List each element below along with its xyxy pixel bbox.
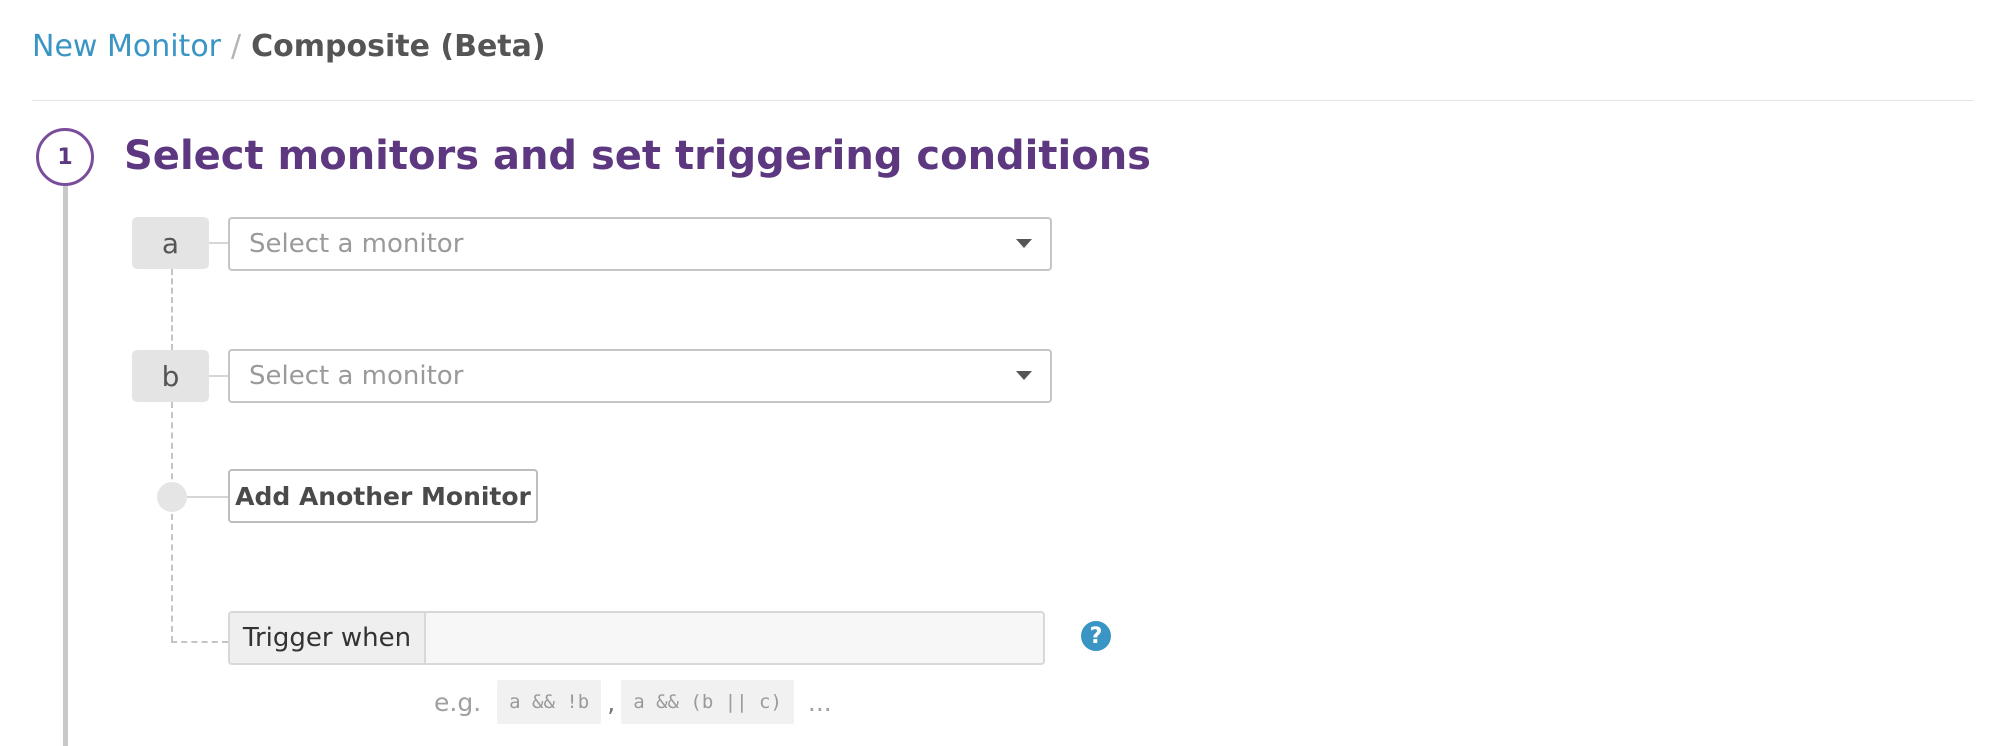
step-number-badge: 1	[36, 128, 94, 186]
add-another-monitor-button[interactable]: Add Another Monitor	[228, 469, 538, 523]
examples-separator: ,	[607, 687, 616, 717]
connector-a	[209, 242, 228, 244]
trigger-examples: e.g. a && !b , a && (b || c) ...	[434, 680, 832, 724]
trigger-when-label: Trigger when	[230, 613, 426, 663]
add-monitor-node-dot	[157, 482, 187, 512]
connector-horizontal-dashed	[171, 641, 228, 643]
monitor-label-a-text: a	[161, 226, 180, 260]
breadcrumb-new-monitor-link[interactable]: New Monitor	[32, 29, 221, 64]
examples-prefix: e.g.	[434, 687, 482, 717]
monitor-a-select-placeholder: Select a monitor	[249, 229, 464, 259]
breadcrumb-separator: /	[231, 29, 242, 64]
connector-add	[187, 496, 228, 498]
connector-vertical-dashed	[171, 269, 173, 350]
monitor-label-a: a	[132, 217, 209, 269]
monitor-label-b: b	[132, 350, 209, 402]
question-circle-icon[interactable]: ?	[1081, 621, 1111, 651]
chevron-down-icon	[1016, 239, 1032, 248]
step-number: 1	[57, 144, 73, 170]
step-timeline-line	[63, 186, 68, 746]
example-code-2: a && (b || c)	[621, 680, 794, 724]
trigger-condition-input[interactable]	[426, 613, 1043, 663]
example-code-1: a && !b	[497, 680, 602, 724]
breadcrumb-current-page: Composite (Beta)	[251, 29, 546, 64]
connector-b	[209, 375, 228, 377]
connector-vertical-dashed	[171, 402, 173, 642]
chevron-down-icon	[1016, 371, 1032, 380]
header-divider	[32, 100, 1974, 101]
examples-ellipsis: ...	[807, 687, 832, 717]
monitor-b-select[interactable]: Select a monitor	[228, 349, 1052, 403]
monitor-a-select[interactable]: Select a monitor	[228, 217, 1052, 271]
help-icon-glyph: ?	[1089, 623, 1103, 649]
monitor-b-select-placeholder: Select a monitor	[249, 361, 464, 391]
trigger-condition-group: Trigger when	[228, 611, 1045, 665]
monitor-label-b-text: b	[161, 359, 180, 393]
step-title: Select monitors and set triggering condi…	[124, 133, 1151, 179]
breadcrumb: New Monitor / Composite (Beta)	[32, 27, 546, 67]
